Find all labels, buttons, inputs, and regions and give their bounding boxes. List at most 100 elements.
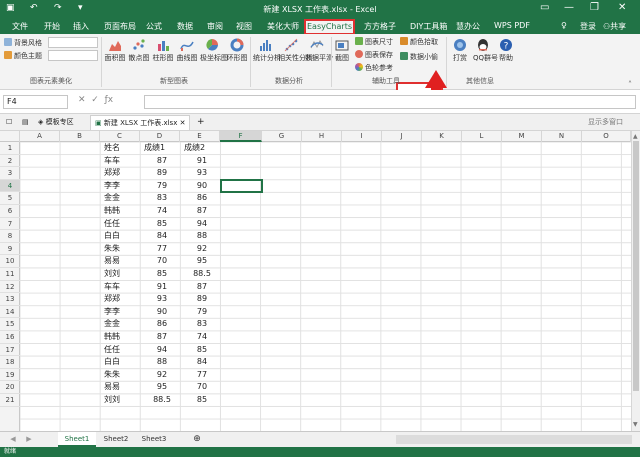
row-header[interactable]: 9 — [0, 243, 20, 256]
table-cell[interactable]: 70 — [144, 255, 180, 268]
table-cell[interactable]: 白白 — [104, 356, 140, 369]
table-cell[interactable]: 白白 — [104, 230, 140, 243]
sidebar-toggle-icon[interactable]: ☐ — [2, 115, 16, 130]
tab-file[interactable]: 文件 — [12, 21, 28, 32]
tab-view[interactable]: 视图 — [236, 21, 252, 32]
table-cell[interactable]: 87 — [144, 331, 180, 344]
tab-review[interactable]: 审阅 — [207, 21, 223, 32]
share-button[interactable]: ⚇共享 — [603, 21, 626, 32]
row-header[interactable]: 14 — [0, 306, 20, 319]
table-cell[interactable]: 朱朱 — [104, 243, 140, 256]
table-cell[interactable]: 车车 — [104, 281, 140, 294]
table-cell[interactable]: 任任 — [104, 218, 140, 231]
table-cell[interactable]: 93 — [184, 167, 220, 180]
table-cell[interactable]: 郑郑 — [104, 293, 140, 306]
sheet-tab-3[interactable]: Sheet3 — [136, 432, 172, 447]
tab-home[interactable]: 开始 — [44, 21, 60, 32]
ring-chart-button[interactable]: 环形图 — [226, 38, 248, 63]
table-cell[interactable]: 83 — [144, 192, 180, 205]
table-cell[interactable]: 韩韩 — [104, 205, 140, 218]
background-style-dropdown[interactable] — [48, 37, 98, 48]
table-cell[interactable]: 87 — [184, 205, 220, 218]
login-link[interactable]: 登录 — [580, 21, 596, 32]
tab-easycharts[interactable]: EasyCharts — [304, 19, 355, 35]
close-icon[interactable]: ✕ — [618, 2, 626, 13]
tab-formulas[interactable]: 公式 — [146, 21, 162, 32]
tab-huibangong[interactable]: 慧办公 — [456, 21, 480, 32]
scroll-up-icon[interactable]: ▲ — [633, 133, 638, 140]
color-pick-item[interactable]: 颜色拾取 — [400, 37, 438, 47]
color-theme-dropdown[interactable] — [48, 50, 98, 61]
table-cell[interactable]: 74 — [144, 205, 180, 218]
prev-sheet-icon[interactable]: ◀ — [8, 432, 18, 447]
table-cell[interactable]: 70 — [184, 381, 220, 394]
table-cell[interactable]: 92 — [144, 369, 180, 382]
table-cell[interactable]: 88 — [184, 230, 220, 243]
table-cell[interactable]: 92 — [184, 243, 220, 256]
select-all-corner[interactable] — [0, 131, 20, 142]
column-header[interactable]: E — [180, 131, 220, 142]
collapse-ribbon-icon[interactable]: ˄ — [628, 80, 632, 89]
row-header[interactable]: 21 — [0, 394, 20, 407]
table-cell[interactable]: 89 — [144, 167, 180, 180]
table-cell[interactable]: 86 — [144, 318, 180, 331]
column-header[interactable]: A — [20, 131, 60, 142]
table-cell[interactable]: 74 — [184, 331, 220, 344]
table-cell[interactable]: 任任 — [104, 344, 140, 357]
column-header[interactable]: D — [140, 131, 180, 142]
row-header[interactable]: 16 — [0, 331, 20, 344]
row-header[interactable]: 17 — [0, 344, 20, 357]
add-sheet-icon[interactable]: ⊕ — [190, 432, 204, 447]
table-cell[interactable]: 韩韩 — [104, 331, 140, 344]
table-cell[interactable]: 79 — [184, 306, 220, 319]
workbook-tab[interactable]: ▣ 新建 XLSX 工作表.xlsx ✕ — [90, 115, 191, 130]
function-icon[interactable]: ƒx — [105, 95, 114, 105]
row-header[interactable]: 2 — [0, 155, 20, 168]
column-header[interactable]: F — [220, 131, 262, 142]
column-header[interactable]: C — [100, 131, 140, 142]
bar-chart-button[interactable]: 柱形图 — [152, 38, 174, 63]
help-icon[interactable]: ♀ — [561, 21, 567, 30]
table-cell[interactable]: 姓名 — [104, 142, 140, 155]
table-cell[interactable]: 易易 — [104, 255, 140, 268]
table-cell[interactable]: 85 — [144, 268, 180, 281]
table-cell[interactable]: 88.5 — [144, 394, 180, 407]
curve-chart-button[interactable]: 曲线图 — [176, 38, 198, 63]
table-cell[interactable]: 朱朱 — [104, 369, 140, 382]
sheet-tab-1[interactable]: Sheet1 — [58, 432, 96, 447]
table-cell[interactable]: 79 — [144, 180, 180, 193]
tab-insert[interactable]: 插入 — [73, 21, 89, 32]
scroll-thumb[interactable] — [633, 141, 639, 391]
table-cell[interactable]: 88 — [144, 356, 180, 369]
chart-size-item[interactable]: 图表尺寸 — [355, 37, 393, 47]
table-cell[interactable]: 89 — [184, 293, 220, 306]
table-cell[interactable]: 车车 — [104, 155, 140, 168]
row-header[interactable]: 12 — [0, 281, 20, 294]
table-cell[interactable]: 刘刘 — [104, 268, 140, 281]
table-cell[interactable]: 86 — [184, 192, 220, 205]
table-cell[interactable]: 94 — [184, 218, 220, 231]
chart-save-item[interactable]: 图表保存 — [355, 50, 393, 60]
table-cell[interactable]: 87 — [144, 155, 180, 168]
tip-button[interactable]: 打赏 — [449, 38, 471, 63]
row-header[interactable]: 13 — [0, 293, 20, 306]
color-theme-item[interactable]: 颜色主题 — [4, 51, 42, 61]
ribbon-display-icon[interactable]: ▭ — [540, 2, 549, 13]
row-header[interactable]: 8 — [0, 230, 20, 243]
polar-chart-button[interactable]: 极坐标图 — [200, 38, 228, 63]
table-cell[interactable]: 金金 — [104, 192, 140, 205]
column-header[interactable]: L — [462, 131, 502, 142]
table-cell[interactable]: 90 — [184, 180, 220, 193]
row-header[interactable]: 18 — [0, 356, 20, 369]
tab-close-icon[interactable]: ✕ — [180, 119, 186, 127]
column-header[interactable]: O — [582, 131, 631, 142]
template-tab[interactable]: ◈ 模板专区 — [34, 115, 78, 130]
area-chart-button[interactable]: 面积图 — [104, 38, 126, 63]
table-cell[interactable]: 易易 — [104, 381, 140, 394]
table-cell[interactable]: 85 — [184, 394, 220, 407]
name-box[interactable]: F4 — [3, 95, 68, 109]
data-thief-button[interactable]: 数据小偷 — [400, 52, 438, 62]
tab-diy[interactable]: DIY工具箱 — [410, 21, 447, 32]
sheet-tab-2[interactable]: Sheet2 — [98, 432, 134, 447]
tab-page-layout[interactable]: 页面布局 — [104, 21, 136, 32]
